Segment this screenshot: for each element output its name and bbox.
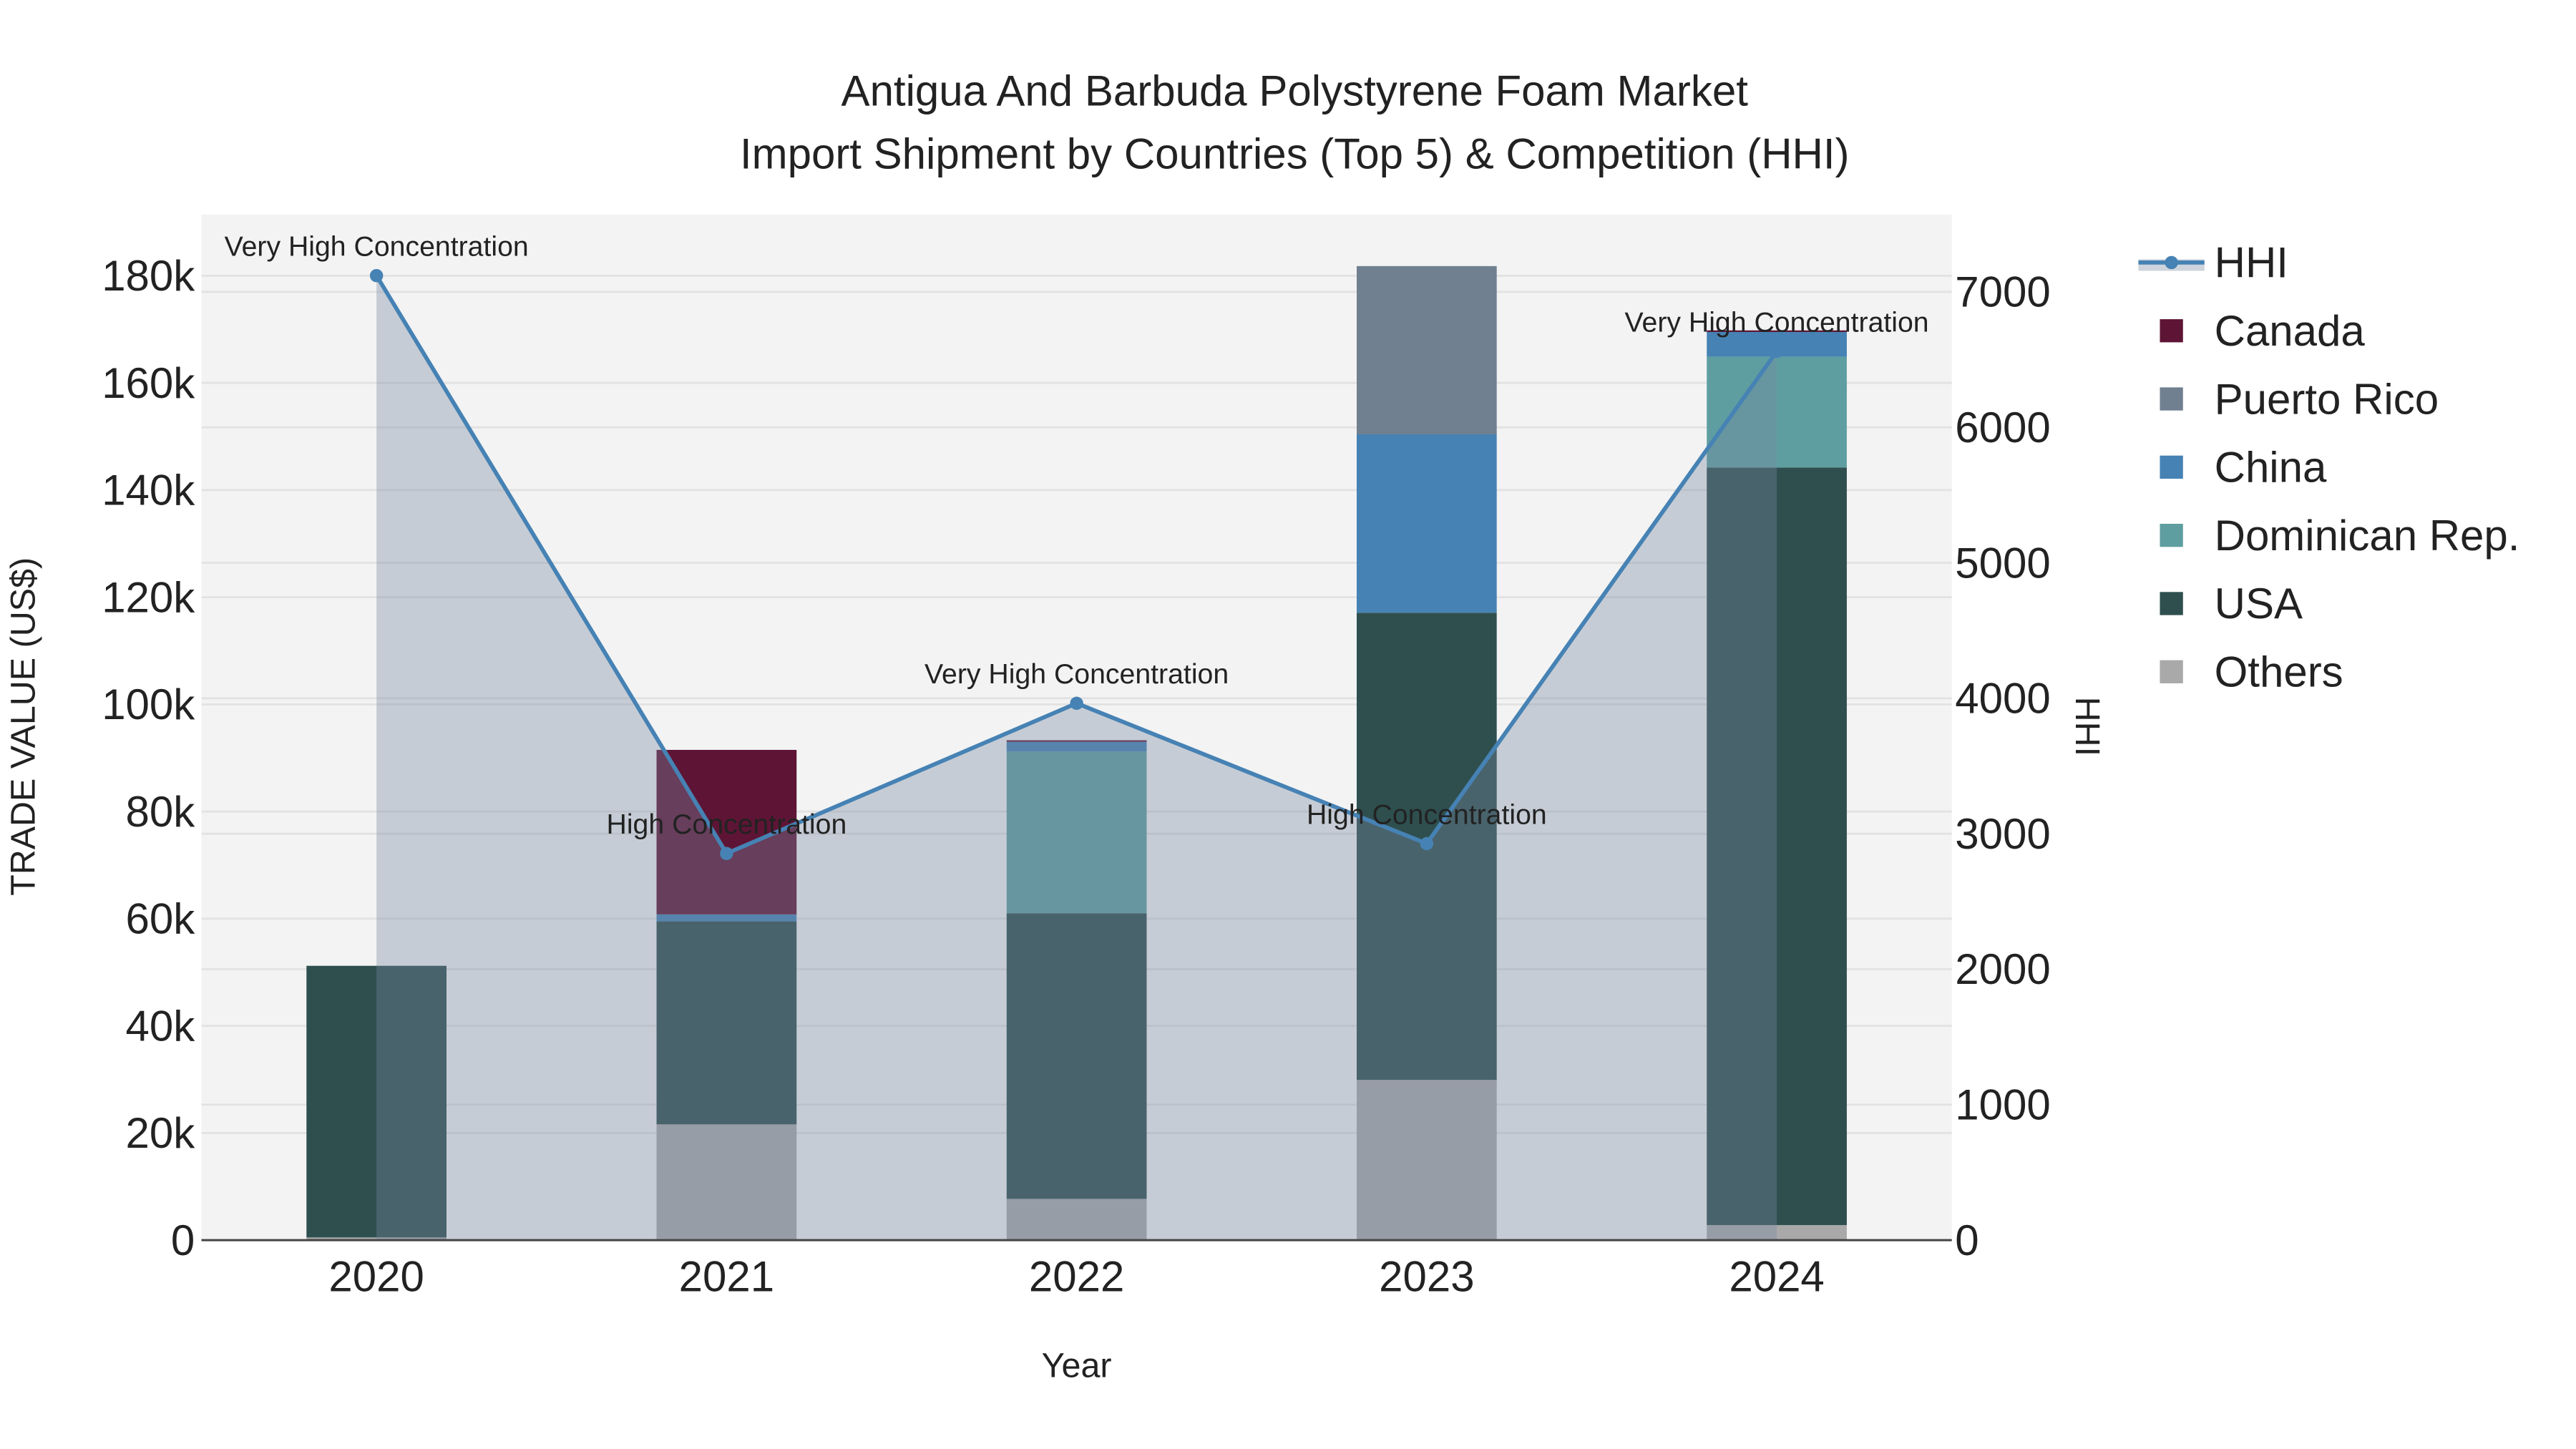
legend-swatch-puerto-rico bbox=[2160, 387, 2183, 411]
x-tick-label: 2022 bbox=[1029, 1253, 1124, 1301]
y2-tick-label: 2000 bbox=[1955, 945, 2050, 993]
hhi-point-2024 bbox=[1770, 344, 1784, 358]
y2-tick-label: 4000 bbox=[1955, 675, 2050, 723]
hhi-annotation-2021: High Concentration bbox=[607, 809, 847, 840]
hhi-point-2021 bbox=[720, 847, 733, 861]
y2-axis-title: HHI bbox=[2068, 697, 2107, 756]
legend-label-others: Others bbox=[2215, 648, 2343, 696]
hhi-point-2020 bbox=[369, 268, 384, 283]
legend-label-canada: Canada bbox=[2215, 307, 2366, 355]
legend-swatch-canada bbox=[2160, 319, 2183, 343]
legend-label-china: China bbox=[2215, 444, 2327, 492]
hhi-annotation-2023: High Concentration bbox=[1307, 799, 1547, 830]
x-tick-label: 2024 bbox=[1729, 1253, 1824, 1301]
bar-puerto-rico-2023 bbox=[1357, 265, 1497, 434]
hhi-point-2023 bbox=[1420, 836, 1434, 851]
y-tick-label: 100k bbox=[102, 680, 195, 728]
y-tick-label: 160k bbox=[102, 359, 195, 407]
bar-china-2023 bbox=[1357, 434, 1497, 613]
y-tick-label: 60k bbox=[126, 895, 196, 943]
y-tick-label: 0 bbox=[171, 1216, 195, 1264]
hhi-annotation-2020: Very High Concentration bbox=[225, 230, 529, 262]
x-tick-label: 2020 bbox=[328, 1253, 424, 1301]
chart-title-line1: Antigua And Barbuda Polystyrene Foam Mar… bbox=[841, 67, 1749, 115]
legend-label-dominican-rep-: Dominican Rep. bbox=[2215, 512, 2520, 560]
legend: HHI Canada Puerto Rico China Dominican Rep. U… bbox=[2138, 239, 2519, 696]
legend-label-puerto-rico: Puerto Rico bbox=[2215, 375, 2439, 423]
y2-tick-label: 0 bbox=[1955, 1216, 1979, 1264]
hhi-annotation-2022: Very High Concentration bbox=[924, 658, 1229, 690]
legend-swatch-others bbox=[2160, 660, 2183, 683]
y2-tick-label: 5000 bbox=[1955, 539, 2050, 587]
y-tick-label: 20k bbox=[126, 1109, 196, 1157]
y2-tick-label: 7000 bbox=[1955, 268, 2050, 316]
y2-tick-label: 6000 bbox=[1955, 404, 2050, 452]
y-tick-label: 40k bbox=[126, 1002, 196, 1050]
y-tick-label: 120k bbox=[102, 573, 195, 621]
legend-swatch-dominican-rep- bbox=[2160, 524, 2183, 547]
y-tick-label: 180k bbox=[102, 252, 195, 300]
y-tick-label: 140k bbox=[102, 467, 195, 514]
y-axis-title: TRADE VALUE (US$) bbox=[4, 557, 42, 896]
legend-swatch-usa bbox=[2160, 592, 2183, 615]
chart-title-line2: Import Shipment by Countries (Top 5) & C… bbox=[740, 130, 1850, 177]
legend-swatch-china bbox=[2160, 455, 2183, 479]
x-axis-title: Year bbox=[1042, 1347, 1112, 1385]
chart: Very High Concentration High Concentratio… bbox=[4, 67, 2519, 1385]
legend-hhi-marker bbox=[2165, 255, 2178, 270]
x-tick-label: 2021 bbox=[679, 1253, 774, 1301]
hhi-point-2022 bbox=[1070, 696, 1083, 711]
legend-label-hhi: HHI bbox=[2215, 239, 2288, 287]
legend-label-usa: USA bbox=[2215, 580, 2303, 628]
y2-tick-label: 1000 bbox=[1955, 1081, 2050, 1129]
hhi-annotation-2024: Very High Concentration bbox=[1625, 306, 1929, 338]
y2-tick-label: 3000 bbox=[1955, 810, 2050, 858]
chart-container: Very High Concentration High Concentratio… bbox=[0, 0, 2576, 1449]
x-tick-label: 2023 bbox=[1379, 1253, 1474, 1301]
y-tick-label: 80k bbox=[126, 788, 196, 836]
